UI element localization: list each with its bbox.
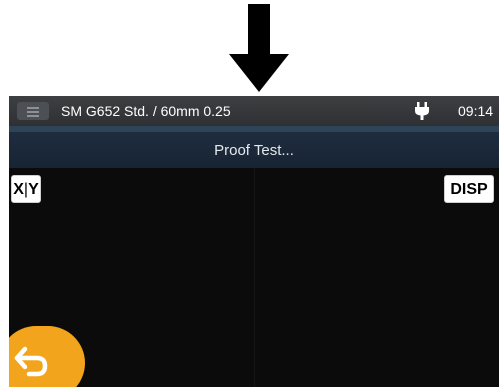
x-view-label: X [13,181,24,198]
title-bar-separator [9,126,499,132]
down-arrow-icon [229,4,289,92]
xy-view-toggle-button[interactable]: X|Y [11,175,41,203]
title-bar: Proof Test... [9,126,499,168]
device-screen: SM G652 Std. / 60mm 0.25 09:14 Proof Tes… [9,96,499,387]
splice-profile-label[interactable]: SM G652 Std. / 60mm 0.25 [61,102,231,120]
page-title: Proof Test... [214,142,294,159]
y-view-label: Y [28,181,39,198]
back-button[interactable] [9,326,85,387]
status-bar: SM G652 Std. / 60mm 0.25 09:14 [9,96,499,126]
disp-button[interactable]: DISP [444,175,494,203]
clock: 09:14 [458,103,494,119]
back-arrow-icon [14,346,48,377]
ac-plug-icon [415,102,429,120]
view-divider [254,168,255,387]
fiber-view-area: X|Y DISP [9,168,499,387]
hamburger-menu-icon[interactable] [17,102,49,120]
